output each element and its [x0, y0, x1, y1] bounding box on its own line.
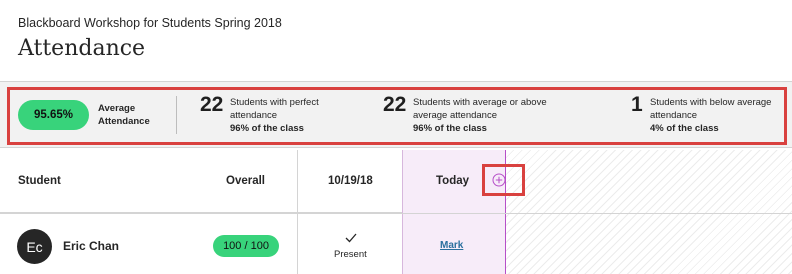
- mark-attendance-link[interactable]: Mark: [440, 240, 463, 251]
- page-title: Attendance: [18, 36, 146, 61]
- today-column: [402, 150, 506, 274]
- above-average-percent: 96% of the class: [413, 123, 487, 134]
- add-session-button[interactable]: [490, 171, 508, 189]
- perfect-attendance-percent: 96% of the class: [230, 123, 304, 134]
- column-divider: [297, 150, 298, 274]
- course-name: Blackboard Workshop for Students Spring …: [18, 16, 282, 30]
- perfect-attendance-count: 22: [200, 93, 224, 116]
- below-average-count: 1: [631, 93, 643, 116]
- column-header-session-date[interactable]: 10/19/18: [328, 175, 373, 187]
- attendance-status-label[interactable]: Present: [334, 249, 367, 260]
- row-divider: [0, 213, 792, 214]
- checkmark-icon: [345, 233, 357, 243]
- column-header-overall[interactable]: Overall: [226, 175, 265, 187]
- average-attendance-label: Average Attendance: [98, 103, 150, 127]
- perfect-attendance-text: Students with perfect attendance: [230, 97, 319, 121]
- plus-circle-icon: [492, 173, 506, 187]
- overall-score-badge: 100 / 100: [213, 235, 279, 257]
- summary-divider: [176, 96, 177, 134]
- below-average-text: Students with below average attendance: [650, 97, 772, 121]
- student-avatar: Ec: [17, 229, 52, 264]
- above-average-count: 22: [383, 93, 407, 116]
- above-average-text: Students with average or above average a…: [413, 97, 547, 121]
- student-name[interactable]: Eric Chan: [63, 239, 119, 253]
- column-header-today[interactable]: Today: [436, 175, 469, 187]
- empty-column-area: [506, 150, 792, 274]
- column-header-student[interactable]: Student: [18, 175, 61, 187]
- below-average-percent: 4% of the class: [650, 123, 719, 134]
- average-attendance-badge: 95.65%: [18, 100, 89, 130]
